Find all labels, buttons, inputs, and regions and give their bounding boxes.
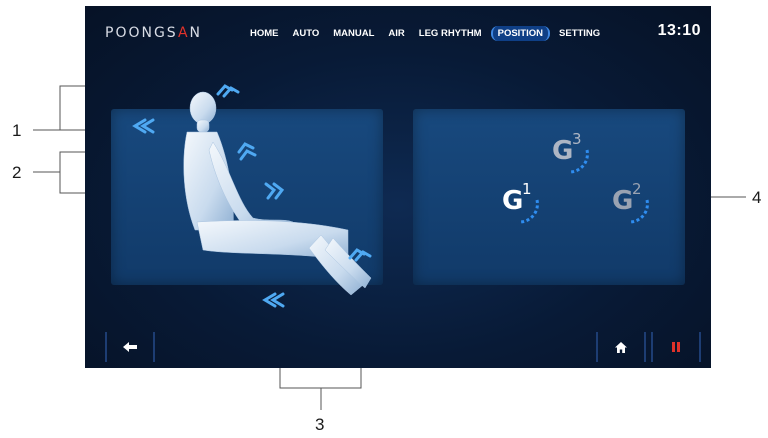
back-button[interactable] [105,332,155,362]
position-g2-sup: 2 [632,180,642,198]
brand-text-end: N [189,25,203,41]
annotation-2: 2 [12,163,22,182]
device-screen: POONGSAN HOME AUTO MANUAL AIR LEG RHYTHM… [85,6,711,368]
brand-text: POONGS [105,25,178,41]
back-arrow-icon [123,342,137,352]
nav-setting[interactable]: SETTING [554,26,605,41]
position-g2-button[interactable]: G 2 [605,178,655,228]
home-button[interactable] [596,332,646,362]
zone-arrow-foot[interactable] [261,290,287,310]
brand-logo: POONGSAN [105,25,202,41]
zone-arrow-back-upper[interactable] [131,116,157,136]
position-g3-button[interactable]: G 3 [545,128,595,178]
pause-button[interactable] [651,332,701,362]
brand-accent: A [177,25,190,41]
position-g1-label: G [502,186,524,216]
nav-home[interactable]: HOME [245,26,284,41]
main-nav: HOME AUTO MANUAL AIR LEG RHYTHM POSITION… [245,26,609,41]
nav-manual[interactable]: MANUAL [328,26,379,41]
annotation-3: 3 [315,415,325,434]
zone-arrow-waist[interactable] [235,140,259,162]
position-g2-label: G [612,186,634,216]
zone-arrow-hip[interactable] [262,180,286,202]
position-g3-sup: 3 [572,130,582,148]
nav-auto[interactable]: AUTO [288,26,325,41]
nav-position[interactable]: POSITION [490,26,551,41]
annotation-1: 1 [12,121,22,140]
position-g1-sup: 1 [522,180,532,198]
nav-leg-rhythm[interactable]: LEG RHYTHM [414,26,487,41]
zone-arrow-calf[interactable] [347,242,373,262]
clock: 13:10 [657,22,701,39]
position-g1-button[interactable]: G 1 [495,178,545,228]
zone-arrow-shoulder[interactable] [215,78,241,98]
pause-icon [672,342,680,352]
annotation-4: 4 [752,188,762,207]
nav-air[interactable]: AIR [383,26,409,41]
home-icon [615,341,627,353]
position-g3-label: G [552,136,574,166]
top-bar: POONGSAN HOME AUTO MANUAL AIR LEG RHYTHM… [85,6,711,58]
